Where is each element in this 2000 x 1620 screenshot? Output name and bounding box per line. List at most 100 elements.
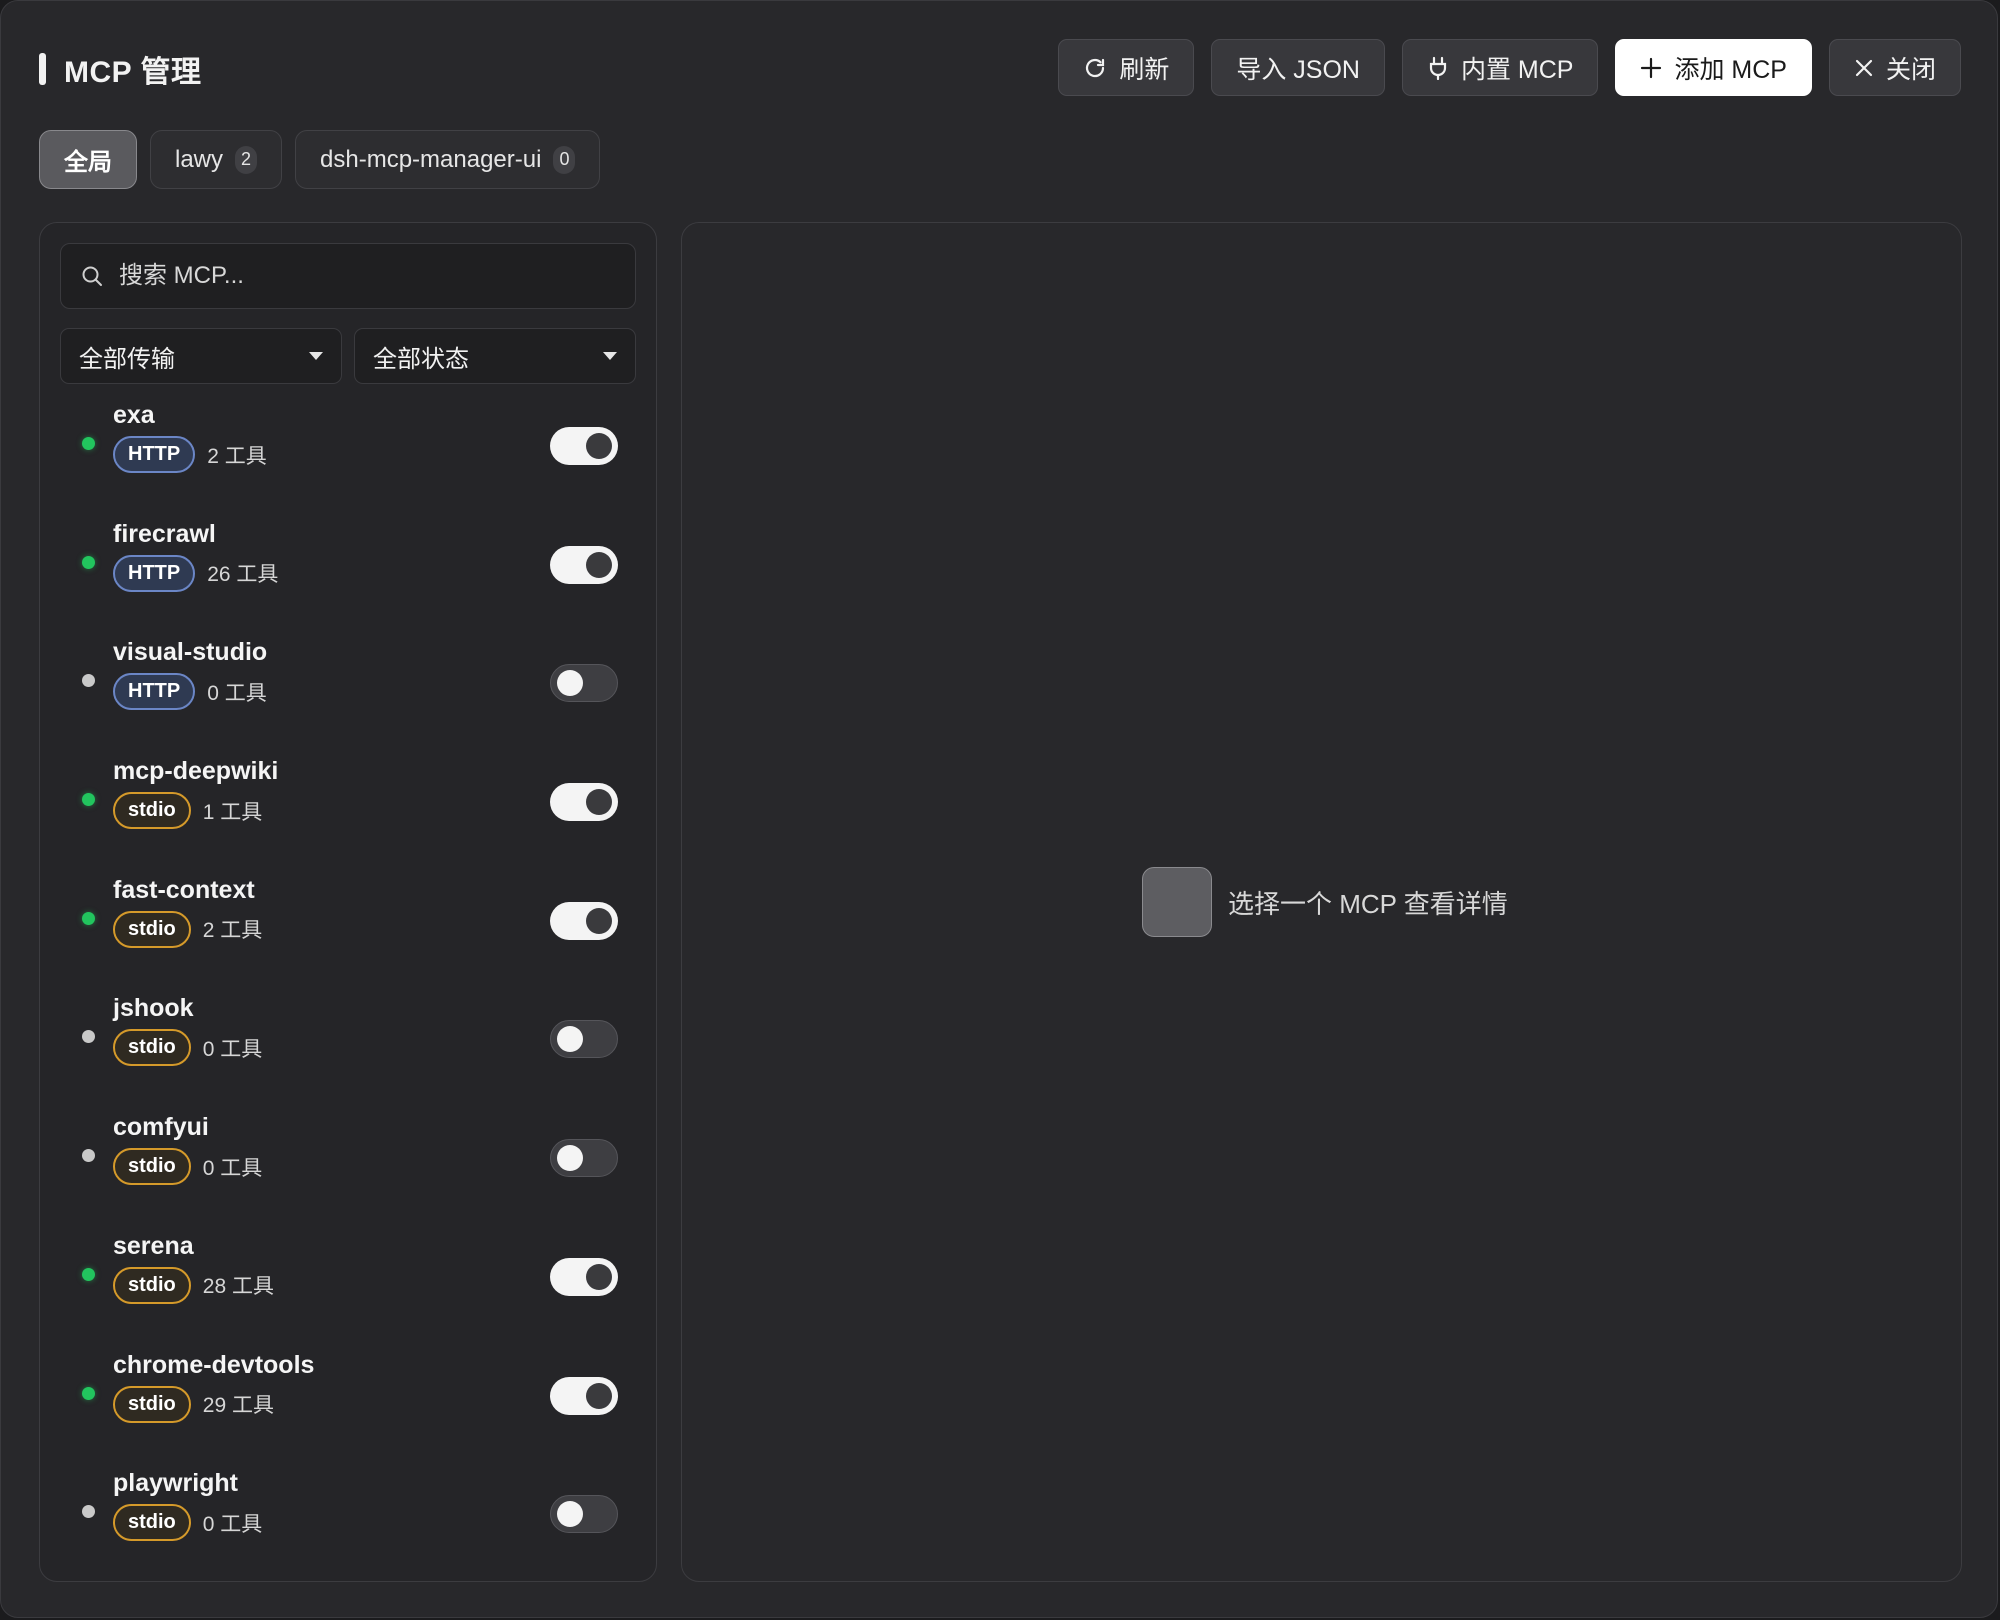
status-dot [82, 555, 95, 569]
transport-badge: stdio [113, 1504, 191, 1542]
mcp-name: exa [113, 401, 155, 429]
tab-label: dsh-mcp-manager-ui [320, 145, 542, 173]
refresh-icon [1083, 56, 1107, 80]
toggle-knob [586, 789, 612, 816]
enable-toggle[interactable] [550, 545, 618, 584]
mcp-meta: HTTP 2 工具 [113, 436, 267, 473]
tool-count: 0 工具 [202, 1037, 263, 1061]
close-button[interactable]: 关闭 [1828, 39, 1961, 96]
status-dot [82, 911, 95, 925]
status-dot [82, 1267, 95, 1281]
status-dot [82, 437, 95, 450]
status-dot [82, 793, 95, 807]
mcp-list-item[interactable]: serena stdio 28 工具 [40, 1224, 656, 1343]
tab-label: lawy [175, 145, 224, 173]
tool-count: 26 工具 [207, 563, 279, 587]
toggle-knob [557, 1026, 583, 1053]
import-json-button[interactable]: 导入 JSON [1211, 39, 1385, 96]
tab-lawy[interactable]: lawy 2 [150, 130, 283, 189]
mcp-list-item[interactable]: visual-studio HTTP 0 工具 [40, 630, 656, 749]
tab-global[interactable]: 全局 [39, 130, 137, 189]
transport-badge: stdio [113, 1266, 191, 1304]
transport-badge: stdio [113, 1029, 191, 1067]
transport-badge: stdio [113, 792, 191, 830]
header-actions: 刷新 导入 JSON 内置 MCP 添加 MCP 关闭 [1058, 39, 1961, 96]
enable-toggle[interactable] [550, 1495, 618, 1534]
empty-state-text: 选择一个 MCP 查看详情 [1228, 888, 1508, 919]
transport-badge: stdio [113, 1385, 191, 1423]
mcp-meta: stdio 1 工具 [113, 792, 263, 830]
mcp-meta: stdio 2 工具 [113, 910, 263, 948]
search-input[interactable] [117, 261, 581, 291]
mcp-meta: HTTP 26 工具 [113, 554, 279, 592]
mcp-list-item[interactable]: mcp-deepwiki stdio 1 工具 [40, 749, 656, 868]
plus-icon [1640, 57, 1662, 79]
search-box[interactable] [60, 243, 636, 309]
status-dot [82, 1386, 95, 1400]
plug-icon [1427, 56, 1449, 80]
mcp-list-item[interactable]: playwright stdio 0 工具 [40, 1461, 656, 1580]
mcp-list-item[interactable]: fast-context stdio 2 工具 [40, 868, 656, 987]
tab-label: 全局 [64, 149, 112, 176]
builtin-mcp-button[interactable]: 内置 MCP [1401, 39, 1599, 96]
toggle-knob [586, 907, 612, 934]
enable-toggle[interactable] [550, 901, 618, 940]
mcp-meta: stdio 29 工具 [113, 1385, 274, 1423]
title-accent-bar [39, 53, 46, 85]
tab-count-badge: 0 [553, 145, 576, 174]
status-dot [82, 1149, 95, 1163]
search-icon [81, 265, 103, 287]
enable-toggle[interactable] [550, 1376, 618, 1415]
mcp-name: comfyui [113, 1113, 209, 1142]
empty-state: 选择一个 MCP 查看详情 [1142, 867, 1508, 937]
tab-count-badge: 2 [235, 145, 258, 174]
transport-filter-value: 全部传输 [79, 345, 175, 373]
add-mcp-button[interactable]: 添加 MCP [1615, 39, 1812, 96]
status-filter-select[interactable]: 全部状态 [354, 328, 636, 384]
transport-badge: stdio [113, 910, 191, 948]
enable-toggle[interactable] [550, 664, 618, 703]
tool-count: 0 工具 [207, 681, 267, 705]
builtin-mcp-label: 内置 MCP [1460, 55, 1574, 84]
mcp-meta: stdio 0 工具 [113, 1029, 263, 1067]
mcp-name: jshook [113, 994, 194, 1023]
scope-tabs: 全局 lawy 2 dsh-mcp-manager-ui 0 [39, 130, 601, 189]
mcp-name: fast-context [113, 875, 255, 904]
toggle-knob [586, 551, 612, 578]
toggle-knob [586, 433, 612, 459]
page-header: MCP 管理 [39, 49, 201, 89]
tool-count: 2 工具 [202, 919, 263, 943]
transport-badge: HTTP [113, 673, 196, 711]
enable-toggle[interactable] [550, 427, 618, 465]
enable-toggle[interactable] [550, 1020, 618, 1059]
mcp-list-item[interactable]: jshook stdio 0 工具 [40, 986, 656, 1105]
mcp-list: exa HTTP 2 工具 firecrawl HTTP 26 工具 visual-stud… [40, 393, 656, 1580]
mcp-name: firecrawl [113, 519, 216, 548]
enable-toggle[interactable] [550, 1139, 618, 1178]
refresh-button[interactable]: 刷新 [1058, 39, 1195, 96]
mcp-list-panel: 全部传输 全部状态 exa HTTP 2 工具 firecrawl HTTP 26 工具 v… [39, 222, 657, 1582]
tool-count: 1 工具 [202, 800, 263, 824]
mcp-list-item[interactable]: comfyui stdio 0 工具 [40, 1105, 656, 1224]
add-mcp-label: 添加 MCP [1674, 55, 1787, 84]
status-dot [82, 674, 95, 688]
enable-toggle[interactable] [550, 1257, 618, 1296]
tool-count: 29 工具 [202, 1394, 274, 1417]
tab-dsh-mcp-manager-ui[interactable]: dsh-mcp-manager-ui 0 [295, 130, 601, 189]
mcp-list-item[interactable]: exa HTTP 2 工具 [40, 393, 656, 512]
close-icon [1854, 58, 1874, 78]
transport-filter-select[interactable]: 全部传输 [60, 328, 342, 384]
mcp-list-item[interactable]: firecrawl HTTP 26 工具 [40, 512, 656, 631]
enable-toggle[interactable] [550, 783, 618, 822]
toggle-knob [586, 1382, 612, 1409]
chevron-down-icon [603, 352, 617, 360]
toggle-knob [557, 1145, 583, 1172]
mcp-list-item[interactable]: chrome-devtools stdio 29 工具 [40, 1343, 656, 1462]
mcp-meta: stdio 28 工具 [113, 1266, 274, 1304]
mcp-name: playwright [113, 1469, 239, 1498]
placeholder-icon [1142, 867, 1212, 937]
transport-badge: HTTP [113, 436, 196, 473]
tool-count: 2 工具 [207, 444, 267, 468]
toggle-knob [557, 1501, 583, 1528]
transport-badge: HTTP [113, 554, 196, 592]
